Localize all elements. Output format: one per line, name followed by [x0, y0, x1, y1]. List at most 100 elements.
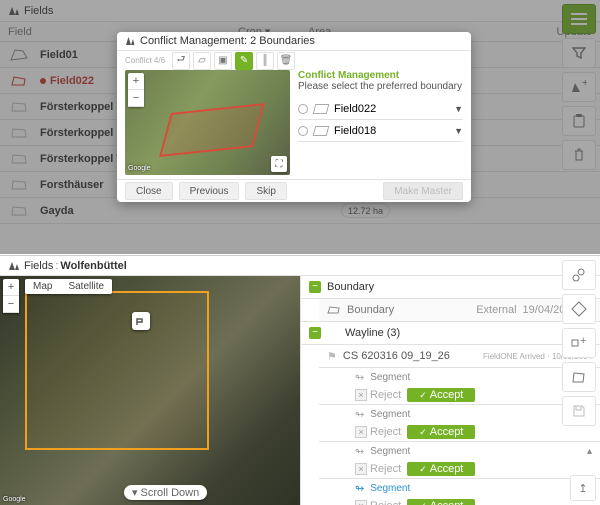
tool-shape-icon[interactable]: ▱ [193, 52, 211, 70]
chevron-down-icon[interactable]: ▼ [454, 126, 463, 136]
radio-icon[interactable] [298, 126, 308, 136]
accept-button[interactable]: Accept [407, 462, 475, 476]
breadcrumb-sep: : [55, 260, 58, 272]
locate-button[interactable] [562, 260, 596, 290]
chevron-down-icon: ▾ [132, 486, 138, 499]
bottom-side-tools: + [562, 260, 596, 426]
map-provider-label: Google [3, 496, 26, 503]
add-node-button[interactable]: + [562, 328, 596, 358]
radio-icon[interactable] [298, 104, 308, 114]
segment-head[interactable]: ↬ Segment ▴ [347, 479, 600, 497]
scroll-down-pill[interactable]: ▾Scroll Down [124, 485, 207, 500]
map-zoom[interactable]: +− [128, 73, 144, 107]
modal-footer: Close Previous Skip Make Master [117, 179, 471, 202]
accept-label: Accept [430, 389, 464, 401]
reject-button[interactable]: ×Reject [355, 389, 401, 401]
chevron-up-icon[interactable]: ▴ [587, 446, 592, 457]
tool-merge-icon[interactable]: ✎ [235, 52, 253, 70]
tool-split-icon[interactable]: ║ [256, 52, 274, 70]
zoom-out-button[interactable]: − [128, 90, 144, 107]
close-button[interactable]: Close [125, 182, 173, 200]
scroll-down-label: Scroll Down [141, 487, 200, 499]
tool-overlay-icon[interactable]: ▣ [214, 52, 232, 70]
svg-text:+: + [580, 335, 586, 347]
bottom-header: Fields : Wolfenbüttel [0, 256, 600, 276]
boundary-item[interactable]: Boundary External 19/04/2022 ✎ [319, 299, 600, 321]
route-button[interactable] [562, 294, 596, 324]
segment-head[interactable]: ↬ Segment ▴ [347, 442, 600, 460]
acc-boundary-head[interactable]: − Boundary ▴ [301, 276, 600, 298]
wayline-name: CS 620316 09_19_26 [343, 350, 450, 362]
accept-button[interactable]: Accept [407, 425, 475, 439]
accordion-panel[interactable]: − Boundary ▴ Boundary External 19/04/202… [300, 276, 600, 505]
polygon-button[interactable] [562, 362, 596, 392]
segment-icon: ↬ [355, 371, 364, 384]
choice-label: Field018 [334, 125, 376, 137]
conflict-counter: Conflict 4/6 [125, 56, 165, 65]
map-tab-satellite[interactable]: Satellite [60, 279, 112, 294]
segment-label: Segment [370, 372, 410, 383]
bottom-map[interactable]: +− Map Satellite ▾Scroll Down Google [0, 276, 300, 505]
zoom-in-button[interactable]: + [3, 279, 19, 296]
reject-button[interactable]: ×Reject [355, 463, 401, 475]
boundary-choice[interactable]: Field022 ▼ [298, 98, 463, 120]
make-master-button[interactable]: Make Master [383, 182, 463, 200]
segment-icon: ↬ [355, 482, 364, 495]
segment-icon: ↬ [355, 445, 364, 458]
accept-label: Accept [430, 463, 464, 475]
boundary-source: External [476, 304, 516, 316]
instruction-text: Please select the preferred boundary [298, 81, 463, 92]
reject-label: Reject [370, 463, 401, 475]
modal-right-panel: Conflict Management Please select the pr… [298, 70, 463, 175]
accept-label: Accept [430, 500, 464, 505]
map-zoom[interactable]: +− [3, 279, 19, 313]
segment-label: Segment [370, 483, 410, 494]
acc-wayline-head[interactable]: − Wayline (3) ▴ [301, 322, 600, 344]
map-expand-button[interactable]: ⛶ [271, 156, 287, 172]
acc-title: Boundary [327, 281, 374, 293]
wayline-item[interactable]: ⚑ CS 620316 09_19_26 FieldONE Arrived · … [319, 345, 600, 367]
reject-button[interactable]: ×Reject [355, 426, 401, 438]
collapse-icon[interactable]: − [309, 327, 321, 339]
boundary-choice[interactable]: Field018 ▼ [298, 120, 463, 142]
breadcrumb-root[interactable]: Fields [24, 260, 53, 272]
modal-title-prefix: Conflict Management: [140, 35, 247, 47]
modal-toolbar: Conflict 4/6 ⮐ ▱ ▣ ✎ ║ 🗑 [117, 51, 471, 70]
breadcrumb-field[interactable]: Wolfenbüttel [60, 260, 126, 272]
reject-button[interactable]: ×Reject [355, 500, 401, 505]
logo-icon [8, 260, 20, 272]
map-type-tabs[interactable]: Map Satellite [25, 279, 112, 294]
accept-label: Accept [430, 426, 464, 438]
modal-title-count: 2 Boundaries [250, 35, 315, 47]
modal-map[interactable]: +− ⛶ Google [125, 70, 290, 175]
accept-button[interactable]: Accept [407, 388, 475, 402]
segment-actions: ×Reject Accept [347, 497, 600, 505]
collapse-icon[interactable]: − [309, 281, 321, 293]
zoom-in-button[interactable]: + [128, 73, 144, 90]
tool-prev-icon[interactable]: ⮐ [172, 52, 190, 70]
modal-title: Conflict Management: 2 Boundaries [117, 32, 471, 51]
conflict-modal: Conflict Management: 2 Boundaries Confli… [117, 32, 471, 202]
map-provider-label: Google [128, 165, 151, 172]
reject-label: Reject [370, 389, 401, 401]
segment-label: Segment [370, 446, 410, 457]
zoom-out-button[interactable]: − [3, 296, 19, 313]
reject-label: Reject [370, 500, 401, 505]
map-tab-map[interactable]: Map [25, 279, 60, 294]
chevron-down-icon[interactable]: ▼ [454, 104, 463, 114]
accept-button[interactable]: Accept [407, 499, 475, 505]
flag-icon: ⚑ [327, 350, 337, 363]
segment-icon: ↬ [355, 408, 364, 421]
boundary-item-label: Boundary [347, 304, 394, 316]
previous-button[interactable]: Previous [179, 182, 240, 200]
segment-label: Segment [370, 409, 410, 420]
reject-label: Reject [370, 426, 401, 438]
skip-button[interactable]: Skip [245, 182, 286, 200]
tool-trash-icon[interactable]: 🗑 [277, 52, 295, 70]
choice-label: Field022 [334, 103, 376, 115]
scroll-up-button[interactable]: ↥ [570, 475, 596, 501]
boundary-shape-icon [327, 305, 341, 315]
map-marker-icon[interactable] [132, 312, 150, 330]
save-button[interactable] [562, 396, 596, 426]
section-header: Conflict Management [298, 70, 463, 81]
